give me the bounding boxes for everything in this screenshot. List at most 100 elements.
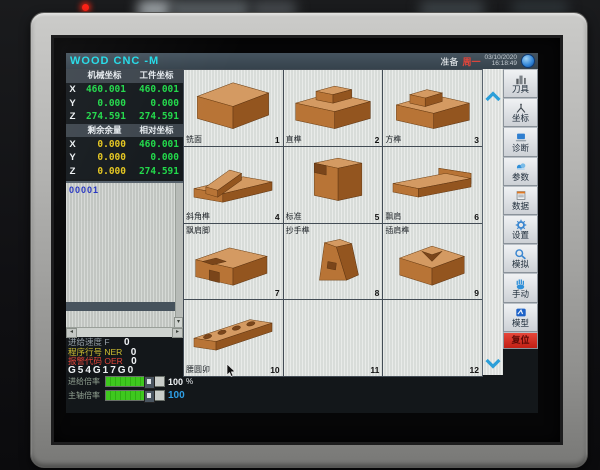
screen: WOOD CNC -M 准备 周一 03/10/2020 16:18:49 机械…	[51, 35, 563, 445]
axis-label: Z	[66, 111, 79, 122]
sidebar-item-parameters[interactable]: 参数	[503, 157, 538, 186]
sidebar-item-label: 刀具	[512, 85, 529, 94]
sidebar-item-data[interactable]: 数据	[503, 186, 538, 215]
status-led	[82, 4, 89, 11]
coordinate-panel: 机械坐标 工件坐标 X 460.001 460.001 Y 0.000 0.00…	[66, 69, 183, 179]
remain-x: 0.000	[79, 139, 130, 150]
page-down-icon[interactable]	[485, 357, 501, 371]
program-listing[interactable]: 00001 ▾ ◂ ▸	[66, 181, 183, 337]
spindle-override-slider[interactable]	[105, 390, 165, 401]
sidebar-item-simulate[interactable]: 模拟	[503, 244, 538, 273]
joint-number: 1	[275, 135, 280, 145]
model-icon	[514, 307, 528, 319]
work-coord-header: 工件坐标	[130, 69, 183, 83]
sidebar-item-label: 设置	[512, 231, 529, 240]
sidebar-item-manual[interactable]: 手动	[503, 273, 538, 302]
joint-number: 6	[474, 212, 479, 222]
spindle-override-label: 主轴倍率	[68, 390, 102, 401]
joint-number: 10	[270, 365, 279, 375]
joint-label: 插肩榫	[385, 225, 409, 236]
joint-label: 标准	[286, 211, 302, 222]
joint-cell-face-mill[interactable]: 铣面 1	[184, 70, 283, 146]
spacer	[66, 69, 79, 83]
relative-y: 0.000	[130, 152, 183, 163]
joint-cell-floating-shoulder[interactable]: 飘肩 6	[383, 147, 482, 223]
joint-number: 9	[474, 288, 479, 298]
joint-grid: 铣面 1 直榫 2	[183, 69, 483, 377]
page-scroll-strip	[482, 69, 503, 375]
joint-number: 3	[474, 135, 479, 145]
joint-label: 方榫	[385, 134, 401, 145]
reset-button-label: 复位	[511, 336, 529, 345]
joint-cell-miter-tenon[interactable]: 斜角榫 4	[184, 147, 283, 223]
program-vertical-scrollbar[interactable]	[175, 183, 183, 328]
weekday-label: 周一	[462, 55, 480, 68]
relative-coord-header: 相对坐标	[130, 124, 183, 138]
gcode-row: G54G17G0	[68, 365, 135, 376]
joint-number: 8	[375, 288, 380, 298]
slider-handle[interactable]	[144, 390, 155, 403]
joint-cell-standard[interactable]: 标准 5	[284, 147, 383, 223]
machine-y: 0.000	[79, 98, 130, 109]
wood-joint-image	[387, 153, 477, 209]
modal-gcode: G54G17G0	[68, 365, 135, 376]
sidebar-item-coordinates[interactable]: 坐标	[503, 98, 538, 127]
feed-override-unit: %	[186, 377, 193, 386]
joint-number: 4	[275, 212, 280, 222]
page-up-icon[interactable]	[485, 89, 501, 103]
axis-label: X	[66, 139, 79, 150]
joint-cell-inserted-shoulder-tenon[interactable]: 插肩榫 9	[383, 224, 482, 300]
joint-label: 飘肩脚	[186, 225, 210, 236]
joint-cell-square-tenon[interactable]: 方榫 3	[383, 70, 482, 146]
relative-x: 460.001	[130, 139, 183, 150]
title-bar: WOOD CNC -M 准备 周一 03/10/2020 16:18:49	[66, 53, 538, 69]
joint-cell-empty[interactable]: 12	[383, 300, 482, 376]
sidebar-item-tool[interactable]: 刀具	[503, 69, 538, 98]
sidebar-item-label: 模拟	[512, 260, 529, 269]
spacer	[66, 124, 79, 138]
sidebar-item-settings[interactable]: 设置	[503, 215, 538, 244]
joint-label: 铣面	[186, 134, 202, 145]
work-z: 274.591	[130, 111, 183, 122]
feed-override-row: 进给倍率 100 %	[68, 376, 193, 387]
sidebar-item-diagnosis[interactable]: 诊断	[503, 127, 538, 156]
manual-hand-icon	[514, 278, 527, 290]
machine-z: 274.591	[79, 111, 130, 122]
joint-cell-crossed-hand-tenon[interactable]: 抄手榫 8	[284, 224, 383, 300]
remain-y: 0.000	[79, 152, 130, 163]
axis-label: Z	[66, 166, 79, 177]
slider-handle[interactable]	[144, 376, 155, 389]
joint-number: 11	[370, 365, 379, 375]
joint-cell-floating-shoulder-foot[interactable]: 飘肩脚 7	[184, 224, 283, 300]
slider-fill	[106, 377, 144, 386]
axis-label: X	[66, 84, 79, 95]
wood-joint-image	[288, 236, 378, 292]
joint-number: 7	[275, 288, 280, 298]
network-globe-icon[interactable]	[521, 54, 535, 68]
wood-joint-image	[387, 236, 477, 292]
joint-label: 斜角榫	[186, 211, 210, 222]
remain-z: 0.000	[79, 166, 130, 177]
wood-joint-image	[188, 153, 278, 209]
wood-joint-image	[387, 76, 477, 132]
reset-button[interactable]: 复位	[503, 332, 538, 349]
joint-cell-empty[interactable]: 11	[284, 300, 383, 376]
machine-status: 准备	[440, 55, 458, 68]
axis-label: Y	[66, 98, 79, 109]
feed-override-label: 进给倍率	[68, 376, 102, 387]
sidebar-item-label: 手动	[512, 290, 529, 299]
wood-joint-image	[288, 76, 378, 132]
sidebar-item-label: 数据	[512, 202, 529, 211]
mouse-cursor	[227, 364, 236, 377]
wood-joint-image	[188, 76, 278, 132]
feed-override-slider[interactable]	[105, 376, 165, 387]
sidebar-item-model[interactable]: 模型	[503, 303, 538, 332]
sidebar-menu: 刀具 坐标 诊断	[503, 69, 538, 349]
joint-number: 5	[375, 212, 380, 222]
spindle-override-row: 主轴倍率 100	[68, 390, 185, 401]
status-panel: 进给速度 F 0 程序行号 NER 0 报警代码 OER 0 G54G17G0 …	[66, 336, 183, 413]
joint-cell-straight-tenon[interactable]: 直榫 2	[284, 70, 383, 146]
joint-label: 直榫	[286, 134, 302, 145]
axis-label: Y	[66, 152, 79, 163]
titlebar-status-cluster: 准备 周一 03/10/2020 16:18:49	[440, 54, 538, 68]
